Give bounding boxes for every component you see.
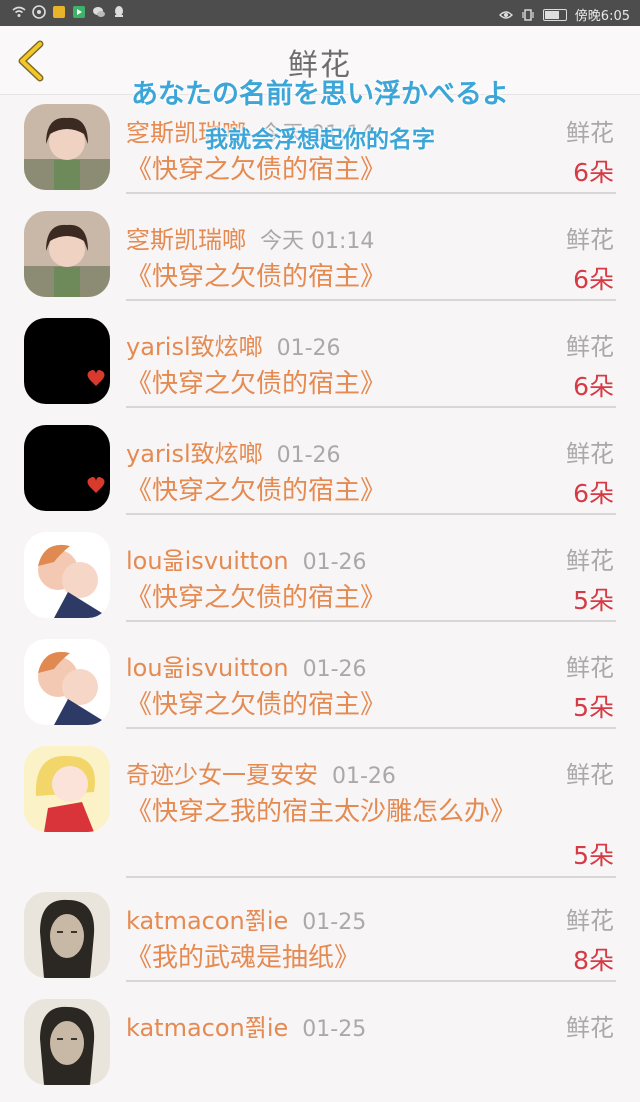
gift-type: 鲜花 — [566, 226, 614, 254]
list-item[interactable]: 窆斯凯瑞啷 今天 01:14 鲜花《快穿之欠债的宿主》 6朵 — [0, 207, 640, 314]
user-name-text: katmacon쬙ie — [126, 907, 289, 935]
avatar[interactable] — [24, 892, 110, 978]
user-name-text: katmacon쬙ie — [126, 1014, 289, 1042]
play-app-icon — [73, 6, 85, 18]
flower-count: 5朵 — [573, 693, 614, 722]
user-name[interactable]: yarisl致炫啷 01-26 — [126, 434, 341, 469]
user-name-text: yarisl致炫啷 — [126, 440, 263, 468]
row-divider — [126, 727, 616, 729]
avatar[interactable] — [24, 211, 110, 297]
user-name[interactable]: yarisl致炫啷 01-26 — [126, 327, 341, 362]
avatar[interactable] — [24, 999, 110, 1085]
anime-girl-icon — [24, 746, 110, 832]
gift-type: 鲜花 — [566, 1014, 614, 1042]
flower-count: 8朵 — [573, 946, 614, 975]
gift-time: 01-26 — [276, 336, 341, 361]
row-divider — [126, 192, 616, 194]
avatar[interactable] — [24, 318, 110, 404]
user-name[interactable]: lou읆isvuitton 01-26 — [126, 648, 367, 683]
avatar[interactable] — [24, 532, 110, 618]
chat-app-icon — [93, 7, 105, 17]
book-title-link[interactable]: 《快穿之欠债的宿主》 — [126, 364, 516, 404]
flower-count: 5朵 — [573, 841, 614, 870]
black-heart-icon — [24, 425, 110, 511]
list-item[interactable]: 奇迹少女一夏安安 01-26 鲜花《快穿之我的宿主太沙雕怎么办》 5朵 — [0, 742, 640, 888]
book-title-link[interactable]: 《快穿之欠债的宿主》 — [126, 150, 516, 190]
eye-icon — [498, 10, 513, 19]
app-notification-icon — [32, 5, 46, 19]
flower-count: 6朵 — [573, 372, 614, 401]
avatar[interactable] — [24, 639, 110, 725]
flower-count: 6朵 — [573, 158, 614, 187]
flower-count: 6朵 — [573, 265, 614, 294]
subtitle-line-japanese: あなたの名前を思い浮かべるよ — [131, 79, 509, 110]
black-heart-icon — [24, 318, 110, 404]
battery-icon — [542, 8, 567, 21]
gift-type: 鲜花 — [566, 547, 614, 575]
gift-time: 今天 01:14 — [260, 229, 375, 254]
user-name-text: 窆斯凯瑞啷 — [126, 226, 246, 254]
gift-time: 01-25 — [302, 910, 367, 935]
gift-type: 鲜花 — [566, 907, 614, 935]
row-divider — [126, 876, 616, 878]
status-time: 傍晚6:05 — [574, 9, 630, 24]
book-title-link[interactable]: 《快穿之欠债的宿主》 — [126, 471, 516, 511]
gift-time: 01-26 — [302, 657, 367, 682]
qq-app-icon — [115, 6, 123, 17]
photo-girl-icon — [24, 211, 110, 297]
user-name[interactable]: lou읆isvuitton 01-26 — [126, 541, 367, 576]
row-divider — [126, 980, 616, 982]
gift-type: 鲜花 — [566, 761, 614, 789]
status-bar: 傍晚6:05 — [0, 0, 640, 26]
user-name[interactable]: katmacon쬙ie 01-25 — [126, 901, 366, 936]
anime-couple-icon — [24, 639, 110, 725]
gift-type: 鲜花 — [566, 333, 614, 361]
gift-time: 01-26 — [276, 443, 341, 468]
list-item[interactable]: yarisl致炫啷 01-26 鲜花《快穿之欠债的宿主》 6朵 — [0, 314, 640, 421]
book-title-link[interactable]: 《快穿之欠债的宿主》 — [126, 578, 516, 618]
gift-time: 01-25 — [302, 1017, 367, 1042]
book-title-link[interactable]: 《我的武魂是抽纸》 — [126, 938, 516, 978]
row-divider — [126, 620, 616, 622]
user-name[interactable]: 窆斯凯瑞啷 今天 01:14 — [126, 220, 374, 255]
book-title-link[interactable]: 《快穿之欠债的宿主》 — [126, 685, 516, 725]
flower-count: 6朵 — [573, 479, 614, 508]
anime-couple-icon — [24, 532, 110, 618]
list-item[interactable]: lou읆isvuitton 01-26 鲜花《快穿之欠债的宿主》 5朵 — [0, 635, 640, 742]
vibrate-icon — [522, 8, 534, 21]
list-item[interactable]: yarisl致炫啷 01-26 鲜花《快穿之欠债的宿主》 6朵 — [0, 421, 640, 528]
gift-type: 鲜花 — [566, 440, 614, 468]
sketch-portrait-icon — [24, 999, 110, 1085]
book-title-link[interactable]: 《快穿之我的宿主太沙雕怎么办》 — [126, 792, 516, 832]
sketch-portrait-icon — [24, 892, 110, 978]
row-divider — [126, 513, 616, 515]
avatar[interactable] — [24, 746, 110, 832]
list-item[interactable]: katmacon쬙ie 01-25 鲜花《我的武魂是抽纸》 8朵 — [0, 888, 640, 995]
gift-type: 鲜花 — [566, 654, 614, 682]
list-item[interactable]: katmacon쬙ie 01-25 鲜花 — [0, 995, 640, 1102]
flower-count: 5朵 — [573, 586, 614, 615]
list-item[interactable]: lou읆isvuitton 01-26 鲜花《快穿之欠债的宿主》 5朵 — [0, 528, 640, 635]
wifi-icon — [12, 6, 26, 17]
user-name-text: 奇迹少女一夏安安 — [126, 761, 318, 789]
gift-time: 01-26 — [302, 550, 367, 575]
user-name[interactable]: 奇迹少女一夏安安 01-26 — [126, 755, 396, 790]
book-title-link[interactable]: 《快穿之欠债的宿主》 — [126, 257, 516, 297]
gift-time: 01-26 — [332, 764, 396, 789]
avatar[interactable] — [24, 425, 110, 511]
user-name-text: yarisl致炫啷 — [126, 333, 263, 361]
yellow-app-icon — [53, 6, 65, 18]
user-name-text: lou읆isvuitton — [126, 654, 289, 682]
subtitle-line-chinese: 我就会浮想起你的名字 — [205, 127, 435, 153]
user-name-text: lou읆isvuitton — [126, 547, 289, 575]
row-divider — [126, 299, 616, 301]
row-divider — [126, 406, 616, 408]
user-name[interactable]: katmacon쬙ie 01-25 — [126, 1008, 366, 1043]
